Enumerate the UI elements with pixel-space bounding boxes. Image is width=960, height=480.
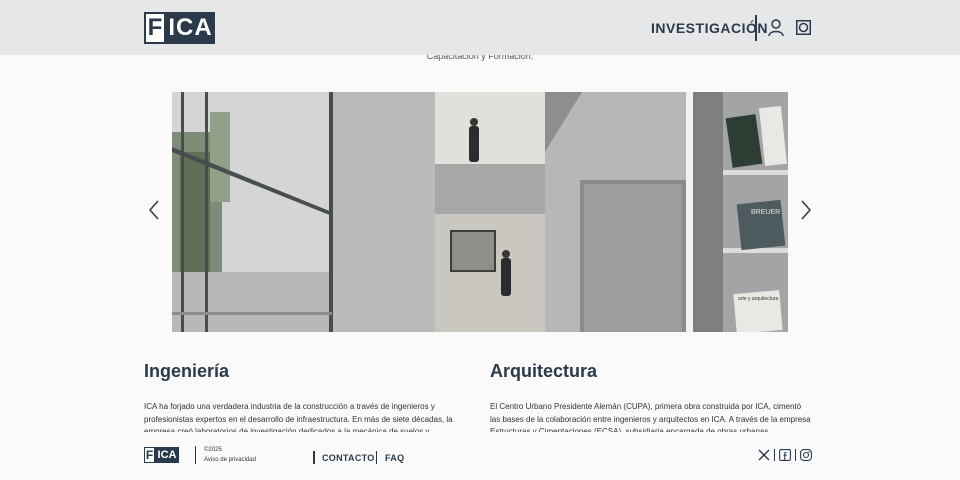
logo-text: ICA: [166, 12, 215, 44]
instagram-icon[interactable]: [800, 449, 812, 461]
ica-logo[interactable]: F ICA: [144, 12, 215, 44]
footer-logo[interactable]: F ICA: [144, 447, 179, 463]
facebook-icon[interactable]: [779, 449, 791, 461]
book-label-breuer: BREUER: [751, 209, 780, 216]
user-icon[interactable]: [768, 19, 784, 37]
footer-divider: [376, 451, 377, 464]
footer-link-contacto[interactable]: CONTACTO: [322, 452, 375, 464]
footer-divider: [795, 449, 796, 461]
image-slider[interactable]: BREUER arte y arquitectura: [172, 92, 788, 332]
section-body-arquitectura: El Centro Urbano Presidente Alemán (CUPA…: [490, 402, 811, 432]
footer-divider: [313, 451, 315, 464]
footer-divider: [195, 446, 196, 464]
section-title-arquitectura: Arquitectura: [490, 361, 598, 381]
chevron-right-icon[interactable]: [798, 199, 814, 221]
nav-divider: [755, 15, 757, 41]
nav-investigacion[interactable]: INVESTIGACIÓN: [651, 18, 768, 38]
site-footer: F ICA ©2025 Aviso de privacidad CONTACTO…: [0, 432, 960, 480]
footer-divider: [774, 449, 775, 461]
footer-logo-text: ICA: [155, 447, 179, 463]
chevron-left-icon[interactable]: [146, 199, 162, 221]
copyright: ©2025: [204, 447, 222, 453]
section-title-ingenieria: Ingeniería: [144, 361, 230, 381]
search-icon[interactable]: [796, 20, 811, 35]
slide-image-architecture: BREUER arte y arquitectura: [172, 92, 788, 332]
book-label-arte: arte y arquitectura: [738, 296, 779, 302]
privacy-link[interactable]: Aviso de privacidad: [204, 456, 256, 465]
footer-logo-letter: F: [144, 447, 155, 463]
section-body-ingenieria: ICA ha forjado una verdadera industria d…: [144, 402, 453, 432]
logo-letter: F: [144, 12, 166, 44]
footer-link-faq[interactable]: FAQ: [385, 452, 404, 464]
site-header: F ICA INVESTIGACIÓN: [0, 0, 960, 55]
x-twitter-icon[interactable]: [758, 449, 770, 461]
